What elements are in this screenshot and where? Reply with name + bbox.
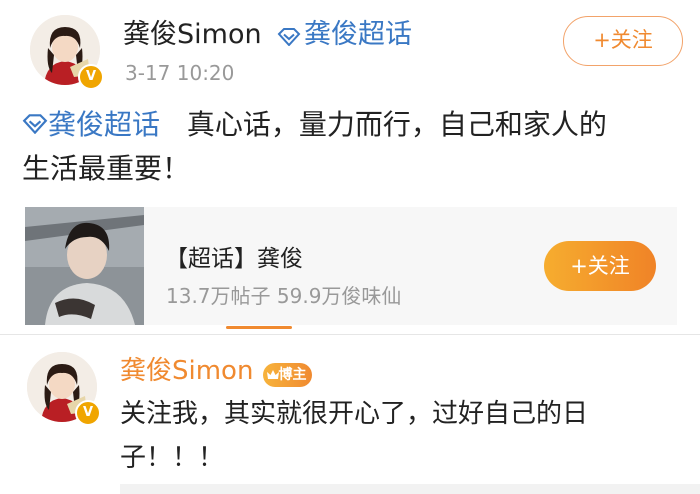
post-author-name[interactable]: 龚俊Simon: [123, 12, 262, 51]
follow-button[interactable]: +关注: [563, 16, 683, 66]
supertopic-card-stats: 13.7万帖子 59.9万俊味仙: [166, 284, 402, 308]
comment-author-row: 龚俊Simon 博主: [120, 350, 312, 387]
comment-author-name[interactable]: 龚俊Simon: [120, 356, 253, 386]
supertopic-inline-link[interactable]: 龚俊超话: [22, 108, 169, 141]
post-timestamp: 3-17 10:20: [125, 61, 235, 85]
supertopic-follow-button[interactable]: +关注: [544, 241, 656, 291]
comment-text: 关注我，其实就很开心了，过好自己的日 子！！！: [120, 392, 690, 480]
supertopic-card-title: 【超话】龚俊: [165, 246, 303, 272]
comment-avatar[interactable]: V: [27, 352, 101, 426]
crown-icon: [266, 369, 279, 379]
active-tab-indicator: [226, 326, 292, 329]
diamond-icon: [277, 27, 301, 46]
supertopic-thumbnail: [25, 207, 144, 325]
supertopic-header-label: 龚俊超话: [304, 19, 412, 50]
supertopic-card[interactable]: 【超话】龚俊 13.7万帖子 59.9万俊味仙 +关注: [25, 207, 677, 325]
author-avatar[interactable]: V: [30, 15, 104, 90]
supertopic-header-link[interactable]: 龚俊超话: [277, 12, 412, 51]
comment-text-line2: 子！！！: [120, 443, 225, 473]
post-text-line2: 生活最重要！: [22, 152, 191, 185]
supertopic-inline-label: 龚俊超话: [48, 108, 161, 141]
diamond-icon: [22, 113, 48, 134]
post-text: 龚俊超话 真心话，量力而行，自己和家人的 生活最重要！: [22, 103, 682, 191]
post-text-line1: 真心话，量力而行，自己和家人的: [186, 108, 607, 141]
author-badge: 博主: [262, 362, 312, 387]
verified-badge-icon: V: [78, 64, 104, 90]
comment-text-line1: 关注我，其实就很开心了，过好自己的日: [120, 399, 589, 429]
section-divider: [0, 334, 700, 335]
next-content-strip: [120, 484, 700, 494]
verified-badge-icon: V: [75, 400, 101, 426]
author-badge-label: 博主: [278, 366, 307, 383]
